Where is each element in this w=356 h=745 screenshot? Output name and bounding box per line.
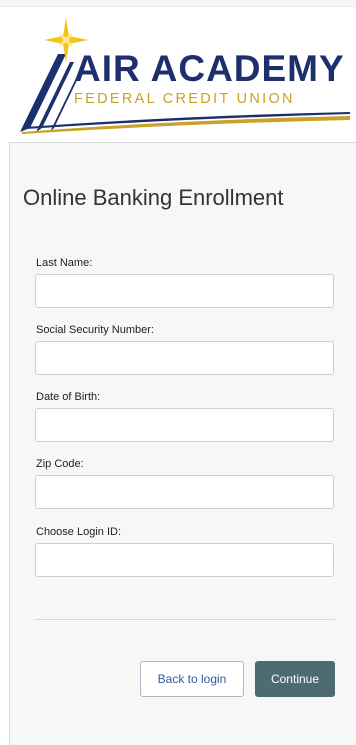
ssn-label: Social Security Number: — [36, 324, 154, 336]
continue-button[interactable]: Continue — [255, 661, 335, 697]
date-of-birth-input[interactable] — [35, 408, 334, 442]
logo-name-sub: FEDERAL CREDIT UNION — [74, 91, 295, 107]
top-strip — [0, 0, 356, 7]
page-title: Online Banking Enrollment — [23, 185, 284, 210]
enrollment-card: Online Banking Enrollment Last Name: Soc… — [9, 142, 356, 745]
form-divider — [35, 619, 335, 620]
date-of-birth-label: Date of Birth: — [36, 391, 101, 403]
ssn-input[interactable] — [35, 341, 334, 375]
login-id-input[interactable] — [35, 543, 334, 577]
zip-code-label: Zip Code: — [36, 458, 84, 470]
last-name-input[interactable] — [35, 274, 334, 308]
back-to-login-button[interactable]: Back to login — [140, 661, 244, 697]
enrollment-page: AIR ACADEMY FEDERAL CREDIT UNION Online … — [0, 0, 356, 745]
air-academy-logo: AIR ACADEMY FEDERAL CREDIT UNION — [16, 16, 350, 134]
logo-name-main: AIR ACADEMY — [74, 48, 345, 89]
login-id-label: Choose Login ID: — [36, 526, 121, 538]
zip-code-input[interactable] — [35, 475, 334, 509]
last-name-label: Last Name: — [36, 257, 93, 269]
